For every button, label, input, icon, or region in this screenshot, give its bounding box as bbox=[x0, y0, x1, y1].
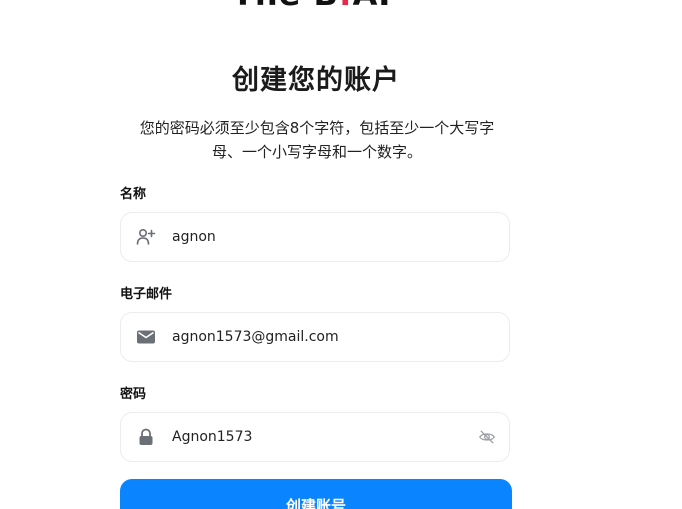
signup-page: The B:AI 创建您的账户 您的密码必须至少包含8个字符，包括至少一个大写字… bbox=[0, 0, 682, 509]
password-label: 密码 bbox=[120, 387, 147, 402]
name-input[interactable] bbox=[172, 229, 509, 245]
logo-dot: : bbox=[339, 0, 353, 10]
email-input[interactable] bbox=[172, 329, 509, 345]
logo: The B:AI bbox=[232, 0, 391, 10]
mail-icon bbox=[136, 327, 156, 347]
name-field[interactable] bbox=[120, 212, 510, 262]
eye-off-icon[interactable] bbox=[477, 427, 497, 447]
add-user-icon bbox=[136, 227, 156, 247]
password-requirements-text: 您的密码必须至少包含8个字符，包括至少一个大写字母、一个小写字母和一个数字。 bbox=[139, 119, 495, 161]
email-field[interactable] bbox=[120, 312, 510, 362]
password-field[interactable] bbox=[120, 412, 510, 462]
email-label: 电子邮件 bbox=[120, 287, 173, 302]
logo-text-left: The B bbox=[232, 0, 339, 10]
name-label: 名称 bbox=[120, 187, 147, 202]
logo-text-right: AI bbox=[353, 0, 392, 10]
lock-icon bbox=[136, 427, 156, 447]
page-title: 创建您的账户 bbox=[232, 65, 400, 96]
password-input[interactable] bbox=[172, 429, 477, 445]
create-account-button[interactable]: 创建账号 bbox=[120, 479, 512, 509]
